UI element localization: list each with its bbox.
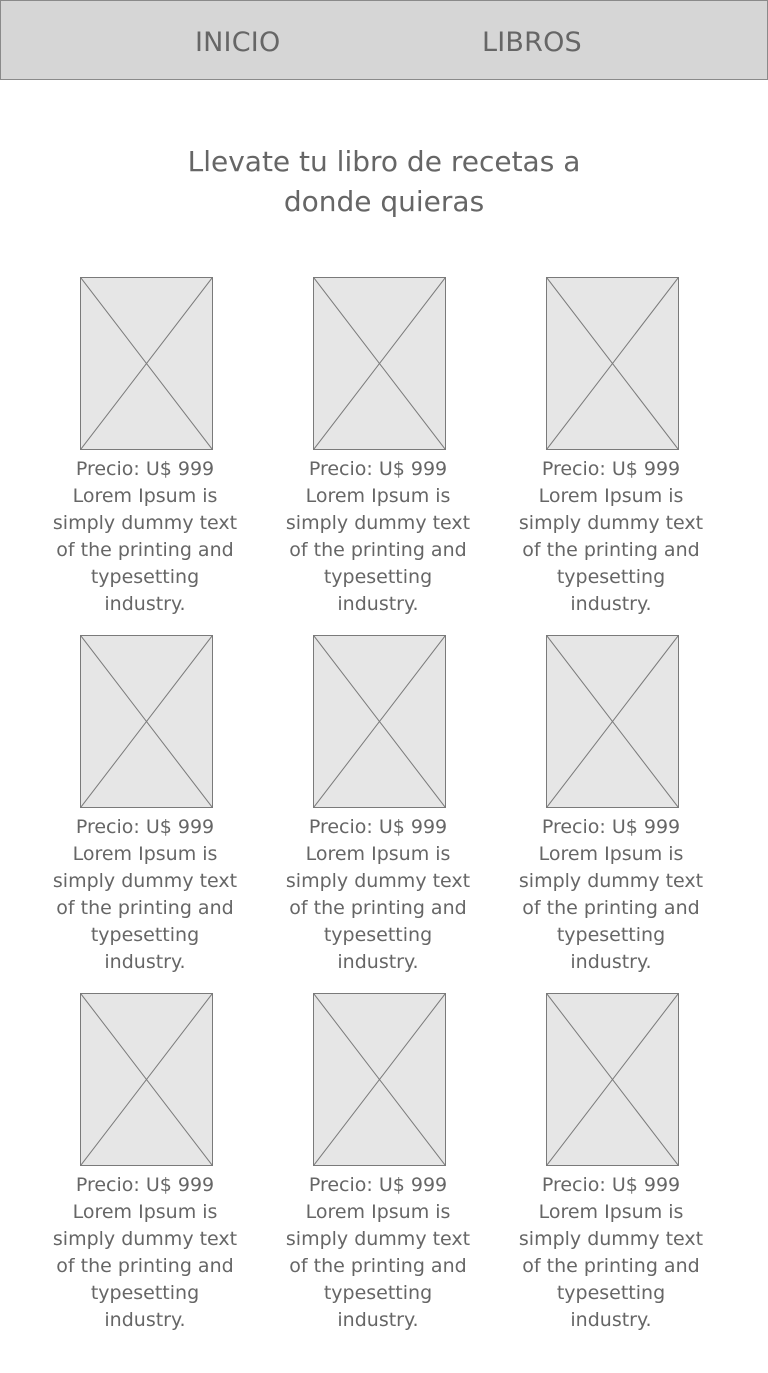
nav-link-inicio[interactable]: INICIO	[195, 1, 280, 79]
book-cover-placeholder-image	[80, 993, 213, 1166]
placeholder-cross-icon	[547, 636, 678, 807]
book-card[interactable]: Precio: U$ 999 Lorem Ipsum is simply dum…	[280, 635, 480, 973]
nav-link-libros[interactable]: LIBROS	[482, 1, 582, 79]
book-cover-placeholder-image	[546, 993, 679, 1166]
book-card[interactable]: Precio: U$ 999 Lorem Ipsum is simply dum…	[47, 277, 247, 615]
book-cover-placeholder-image	[313, 277, 446, 450]
placeholder-cross-icon	[81, 994, 212, 1165]
book-card[interactable]: Precio: U$ 999 Lorem Ipsum is simply dum…	[47, 635, 247, 973]
book-description: Lorem Ipsum is simply dummy text of the …	[518, 843, 704, 973]
book-card[interactable]: Precio: U$ 999 Lorem Ipsum is simply dum…	[280, 993, 480, 1331]
book-description: Lorem Ipsum is simply dummy text of the …	[285, 485, 471, 615]
placeholder-cross-icon	[547, 994, 678, 1165]
book-description: Lorem Ipsum is simply dummy text of the …	[285, 843, 471, 973]
book-description: Lorem Ipsum is simply dummy text of the …	[518, 485, 704, 615]
placeholder-cross-icon	[81, 278, 212, 449]
book-card[interactable]: Precio: U$ 999 Lorem Ipsum is simply dum…	[280, 277, 480, 615]
page-headline: Llevate tu libro de recetas a donde quie…	[134, 142, 634, 222]
book-cover-placeholder-image	[80, 635, 213, 808]
book-cover-placeholder-image	[80, 277, 213, 450]
placeholder-cross-icon	[314, 994, 445, 1165]
book-card[interactable]: Precio: U$ 999 Lorem Ipsum is simply dum…	[513, 635, 713, 973]
book-description: Lorem Ipsum is simply dummy text of the …	[52, 1201, 238, 1331]
book-price: Precio: U$ 999	[75, 458, 215, 480]
book-price: Precio: U$ 999	[75, 816, 215, 838]
book-cover-placeholder-image	[546, 635, 679, 808]
book-card[interactable]: Precio: U$ 999 Lorem Ipsum is simply dum…	[513, 277, 713, 615]
headline-line-1: Llevate tu libro de recetas a	[187, 145, 581, 178]
headline-line-2: donde quieras	[283, 185, 485, 218]
book-price: Precio: U$ 999	[308, 1174, 448, 1196]
book-price: Precio: U$ 999	[541, 458, 681, 480]
book-price: Precio: U$ 999	[541, 816, 681, 838]
book-description: Lorem Ipsum is simply dummy text of the …	[52, 485, 238, 615]
placeholder-cross-icon	[81, 636, 212, 807]
book-description: Lorem Ipsum is simply dummy text of the …	[52, 843, 238, 973]
book-cover-placeholder-image	[546, 277, 679, 450]
book-price: Precio: U$ 999	[308, 816, 448, 838]
book-description: Lorem Ipsum is simply dummy text of the …	[285, 1201, 471, 1331]
book-card[interactable]: Precio: U$ 999 Lorem Ipsum is simply dum…	[513, 993, 713, 1331]
book-price: Precio: U$ 999	[75, 1174, 215, 1196]
book-price: Precio: U$ 999	[541, 1174, 681, 1196]
placeholder-cross-icon	[314, 278, 445, 449]
placeholder-cross-icon	[547, 278, 678, 449]
book-card[interactable]: Precio: U$ 999 Lorem Ipsum is simply dum…	[47, 993, 247, 1331]
book-description: Lorem Ipsum is simply dummy text of the …	[518, 1201, 704, 1331]
book-cover-placeholder-image	[313, 993, 446, 1166]
book-price: Precio: U$ 999	[308, 458, 448, 480]
placeholder-cross-icon	[314, 636, 445, 807]
book-cover-placeholder-image	[313, 635, 446, 808]
top-navigation: INICIO LIBROS	[0, 0, 768, 80]
